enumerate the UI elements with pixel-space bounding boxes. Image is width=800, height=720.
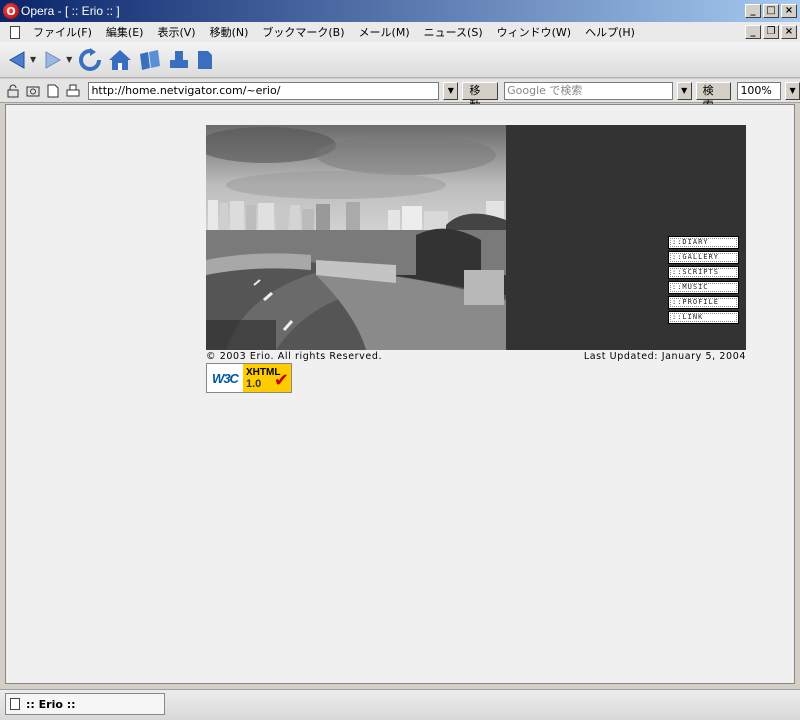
go-button[interactable]: 移動 bbox=[462, 81, 499, 112]
search-dropdown-icon[interactable]: ▼ bbox=[676, 81, 692, 100]
forward-button[interactable]: ▼ bbox=[42, 49, 72, 71]
page-button[interactable] bbox=[196, 49, 214, 71]
url-dropdown-icon[interactable]: ▼ bbox=[443, 81, 459, 100]
menu-navigate[interactable]: 移動(N) bbox=[203, 24, 256, 40]
last-updated-text: Last Updated: January 5, 2004 bbox=[583, 351, 746, 362]
reload-icon bbox=[79, 47, 102, 71]
camera-shape bbox=[26, 86, 40, 96]
printer-shape bbox=[66, 84, 79, 96]
nav-music[interactable]: ::MUSIC bbox=[668, 281, 739, 294]
security-icon[interactable] bbox=[5, 83, 21, 99]
w3c-logo: W3C bbox=[212, 370, 239, 386]
back-dropdown-icon[interactable]: ▼ bbox=[30, 55, 36, 64]
status-bar: :: Erio :: bbox=[0, 689, 800, 720]
close-button[interactable]: × bbox=[781, 4, 797, 18]
site-nav: ::DIARY ::GALLERY ::SCRIPTS ::MUSIC ::PR… bbox=[668, 236, 739, 326]
search-button[interactable]: 検索 bbox=[695, 81, 732, 112]
forward-dropdown-icon[interactable]: ▼ bbox=[66, 55, 72, 64]
menu-view[interactable]: 表示(V) bbox=[150, 24, 202, 40]
home-icon bbox=[109, 49, 132, 70]
camera-icon[interactable] bbox=[25, 83, 41, 99]
print-button[interactable] bbox=[168, 49, 190, 71]
w3c-xhtml-badge[interactable]: W3C XHTML 1.0 ✔ bbox=[206, 363, 292, 393]
doc-close-button[interactable]: × bbox=[781, 25, 797, 39]
city-bridge-photo bbox=[206, 125, 506, 350]
lock-icon bbox=[7, 84, 19, 97]
document-icon[interactable] bbox=[10, 25, 20, 39]
minimize-button[interactable]: _ bbox=[745, 4, 761, 18]
reload-button[interactable] bbox=[78, 47, 102, 72]
doc-restore-button[interactable]: ❐ bbox=[763, 25, 779, 39]
menu-news[interactable]: ニュース(S) bbox=[417, 24, 490, 40]
back-icon bbox=[8, 50, 25, 69]
window-controls: _ □ × bbox=[745, 4, 797, 18]
menu-edit[interactable]: 編集(E) bbox=[99, 24, 151, 40]
new-page-icon[interactable] bbox=[45, 83, 61, 99]
print-icon bbox=[170, 50, 189, 68]
copyright-text: © 2003 Erio. All rights Reserved. bbox=[206, 351, 383, 362]
tab-title: :: Erio :: bbox=[26, 697, 76, 711]
menu-bookmarks[interactable]: ブックマーク(B) bbox=[255, 24, 351, 40]
menu-bar: ファイル(F) 編集(E) 表示(V) 移動(N) ブックマーク(B) メール(… bbox=[0, 22, 800, 42]
url-input[interactable]: http://home.netvigator.com/~erio/ bbox=[88, 81, 440, 100]
nav-profile[interactable]: ::PROFILE bbox=[668, 296, 739, 309]
page-viewport[interactable]: ::DIARY ::GALLERY ::SCRIPTS ::MUSIC ::PR… bbox=[5, 104, 795, 684]
bookmarks-button[interactable] bbox=[138, 48, 162, 72]
window-title: Opera - [ :: Erio :: ] bbox=[21, 4, 120, 18]
bookmarks-icon bbox=[140, 49, 161, 70]
page-icon bbox=[198, 50, 213, 69]
address-bar: http://home.netvigator.com/~erio/ ▼ 移動 G… bbox=[0, 79, 800, 112]
page-tab[interactable]: :: Erio :: bbox=[5, 693, 165, 715]
opera-icon[interactable]: O bbox=[3, 3, 19, 19]
forward-icon bbox=[45, 50, 62, 69]
menu-file[interactable]: ファイル(F) bbox=[26, 24, 99, 40]
title-bar: O Opera - [ :: Erio :: ] _ □ × bbox=[0, 0, 800, 22]
xhtml-label: XHTML 1.0 ✔ bbox=[243, 364, 291, 392]
nav-diary[interactable]: ::DIARY bbox=[668, 236, 739, 249]
page-shape bbox=[47, 84, 59, 97]
print-small-icon[interactable] bbox=[65, 83, 81, 99]
zoom-input[interactable]: 100% bbox=[737, 81, 782, 100]
back-button[interactable]: ▼ bbox=[6, 49, 36, 71]
menu-help[interactable]: ヘルプ(H) bbox=[578, 24, 642, 40]
menu-window[interactable]: ウィンドウ(W) bbox=[490, 24, 578, 40]
navigation-toolbar: ▼ ▼ bbox=[0, 42, 800, 78]
maximize-button[interactable]: □ bbox=[763, 4, 779, 18]
site-banner: ::DIARY ::GALLERY ::SCRIPTS ::MUSIC ::PR… bbox=[206, 125, 746, 350]
nav-scripts[interactable]: ::SCRIPTS bbox=[668, 266, 739, 279]
doc-minimize-button[interactable]: _ bbox=[745, 25, 761, 39]
nav-gallery[interactable]: ::GALLERY bbox=[668, 251, 739, 264]
nav-link[interactable]: ::LINK bbox=[668, 311, 739, 324]
zoom-dropdown-icon[interactable]: ▼ bbox=[785, 81, 800, 100]
menu-mail[interactable]: メール(M) bbox=[352, 24, 417, 40]
tab-document-icon bbox=[10, 698, 20, 710]
checkmark-icon: ✔ bbox=[273, 370, 289, 391]
document-window-controls: _ ❐ × bbox=[745, 25, 797, 39]
home-button[interactable] bbox=[108, 48, 132, 72]
search-input[interactable]: Google で検索 bbox=[504, 81, 673, 100]
